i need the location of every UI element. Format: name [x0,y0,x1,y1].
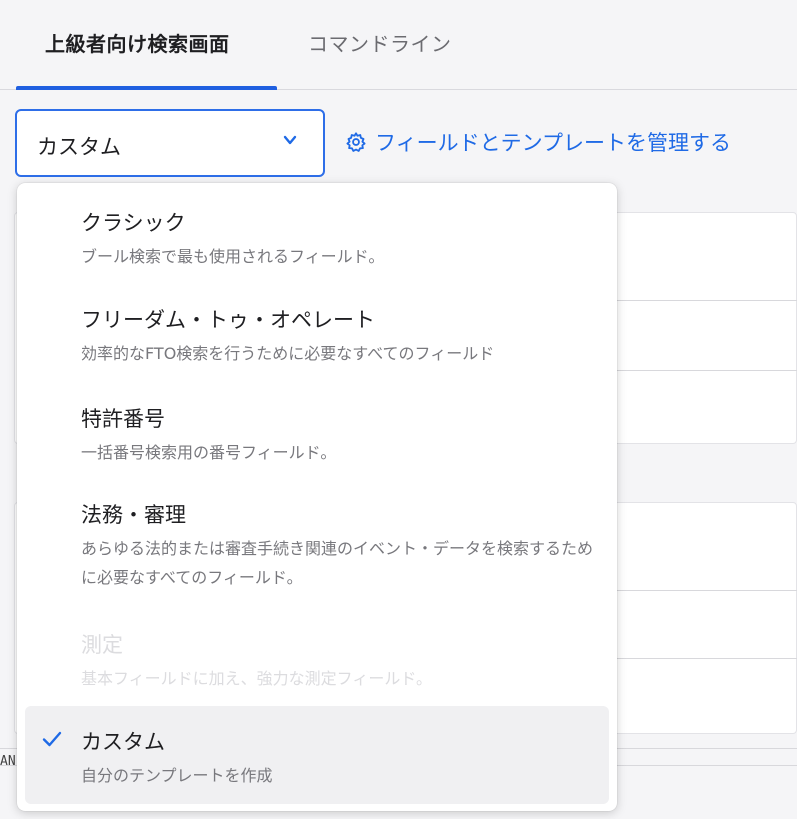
template-option-fto[interactable]: フリーダム・トゥ・オペレート 効率的なFTO検索を行うために必要なすべてのフィー… [17,279,617,377]
option-description: ブール検索で最も使用されるフィールド。 [81,247,385,266]
template-option-measurement: 測定 基本フィールドに加え、強力な測定フィールド。 [17,604,617,704]
option-title: カスタム [81,730,165,754]
option-title: 特許番号 [81,407,165,431]
template-option-classic[interactable]: クラシック ブール検索で最も使用されるフィールド。 [17,183,617,279]
template-select-value: カスタム [37,135,121,159]
tab-bar: 上級者向け検索画面 コマンドライン [0,0,797,90]
truncated-background-text: AN [0,754,16,769]
option-title: クラシック [81,211,186,235]
option-description: あらゆる法的または審査手続き関連のイベント・データを検索するために必要なすべての… [81,539,594,587]
template-option-legal[interactable]: 法務・審理 あらゆる法的または審査手続き関連のイベント・データを検索するために必… [17,474,617,604]
checkmark-icon [42,731,62,747]
option-description: 一括番号検索用の番号フィールド。 [81,443,337,462]
background-divider [610,300,797,301]
template-dropdown-menu: クラシック ブール検索で最も使用されるフィールド。 フリーダム・トゥ・オペレート… [17,183,617,811]
active-tab-indicator [16,86,277,90]
template-option-patent-number[interactable]: 特許番号 一括番号検索用の番号フィールド。 [17,377,617,474]
gear-icon [346,132,366,152]
background-divider [610,370,797,371]
option-title: 測定 [81,633,123,657]
background-divider [610,590,797,591]
manage-fields-templates-link[interactable]: フィールドとテンプレートを管理する [345,127,731,157]
background-divider [610,658,797,659]
template-option-custom[interactable]: カスタム 自分のテンプレートを作成 [25,706,609,804]
option-description: 基本フィールドに加え、強力な測定フィールド。 [81,669,433,688]
search-page: 上級者向け検索画面 コマンドライン カスタム フィールドとテンプレートを管理する… [0,0,797,819]
tab-command-line[interactable]: コマンドライン [308,28,452,57]
tab-advanced-search[interactable]: 上級者向け検索画面 [45,28,230,57]
template-select[interactable]: カスタム [15,109,325,177]
option-title: 法務・審理 [81,503,186,527]
chevron-down-icon [283,135,297,145]
option-description: 効率的なFTO検索を行うために必要なすべてのフィールド [81,344,495,363]
option-description: 自分のテンプレートを作成 [81,766,273,785]
option-title: フリーダム・トゥ・オペレート [81,308,375,332]
manage-link-label: フィールドとテンプレートを管理する [375,131,731,155]
